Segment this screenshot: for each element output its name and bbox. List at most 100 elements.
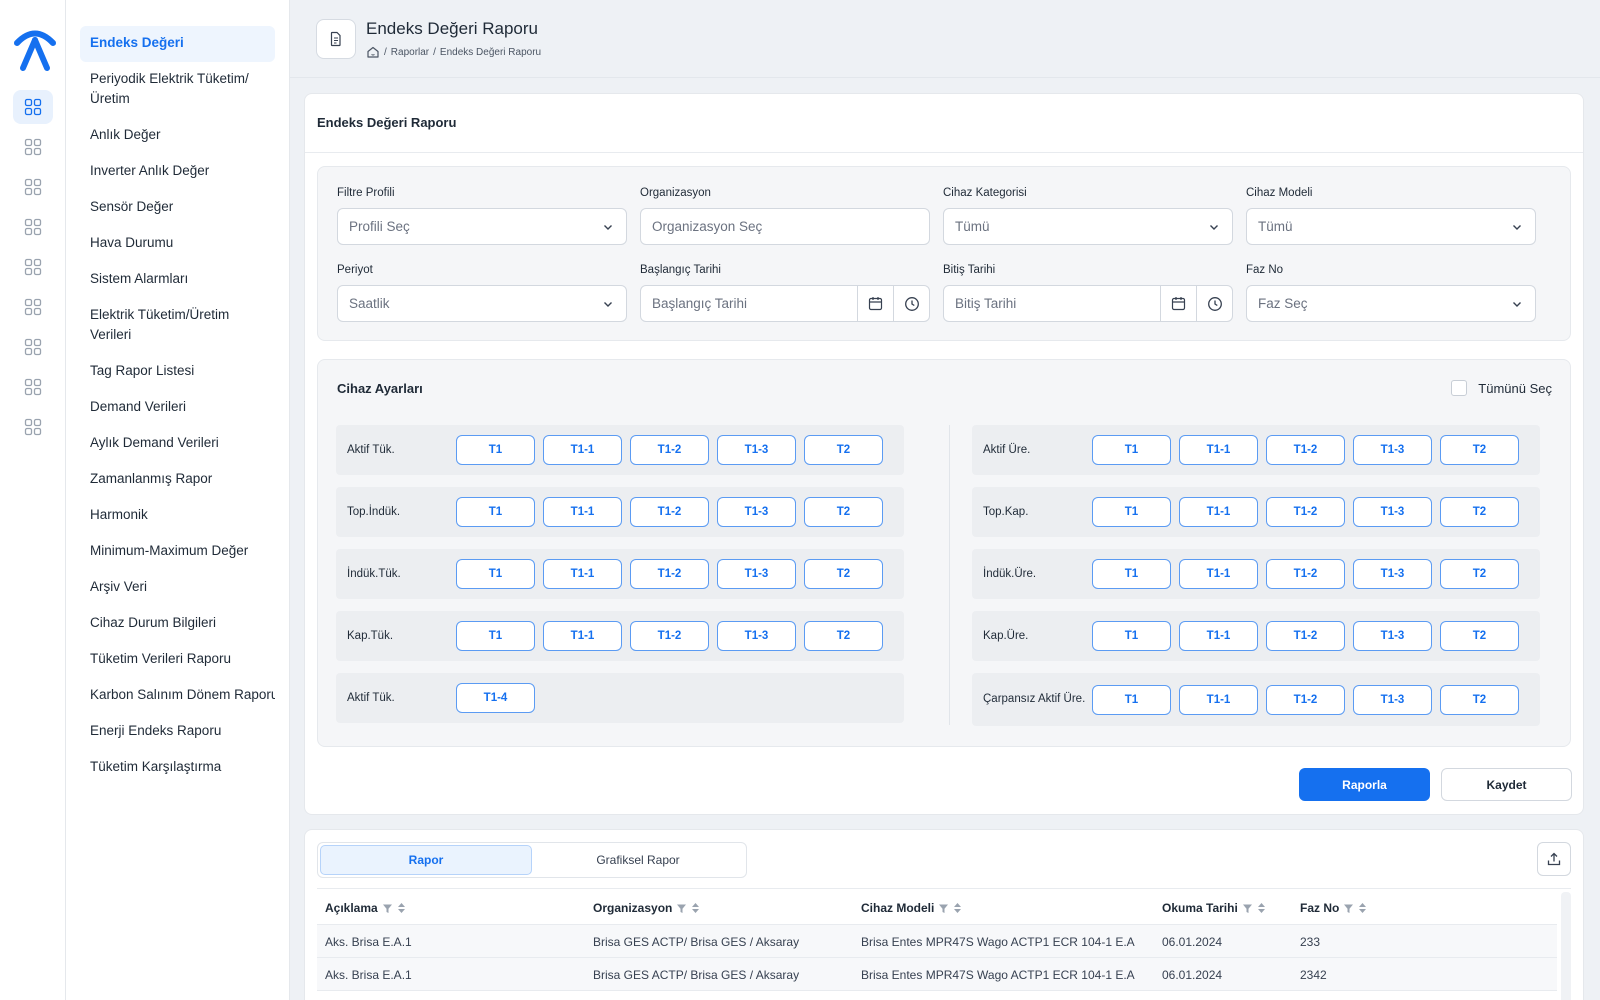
filter-profile-select[interactable]: Profili Seç <box>337 208 627 245</box>
tariff-button[interactable]: T1-3 <box>717 621 796 651</box>
tariff-button[interactable]: T1-3 <box>1353 435 1432 465</box>
tab-rapor[interactable]: Rapor <box>320 845 532 875</box>
tariff-button[interactable]: T1 <box>1092 559 1171 589</box>
period-select[interactable]: Saatlik <box>337 285 627 322</box>
tariff-button[interactable]: T1-2 <box>1266 435 1345 465</box>
filter-icon[interactable] <box>382 903 393 914</box>
home-icon[interactable] <box>366 45 380 59</box>
tariff-button[interactable]: T1 <box>456 559 535 589</box>
tariff-button[interactable]: T1-1 <box>1179 497 1258 527</box>
nav-item[interactable]: Tüketim Verileri Raporu <box>80 642 275 678</box>
nav-item[interactable]: Tüketim Karşılaştırma <box>80 750 275 786</box>
grid-icon[interactable] <box>13 130 53 164</box>
nav-item[interactable]: Enerji Endeks Raporu <box>80 714 275 750</box>
grid-icon[interactable] <box>13 170 53 204</box>
sort-icon[interactable] <box>691 902 700 914</box>
nav-item[interactable]: Cihaz Durum Bilgileri <box>80 606 275 642</box>
nav-item[interactable]: Karbon Salınım Dönem Raporu <box>80 678 275 714</box>
select-all-checkbox[interactable] <box>1451 380 1468 396</box>
tariff-button[interactable]: T1-2 <box>1266 685 1345 715</box>
tariff-button[interactable]: T1-1 <box>1179 435 1258 465</box>
table-scrollbar[interactable] <box>1561 892 1571 1000</box>
nav-item[interactable]: Elektrik Tüketim/Üretim Verileri <box>80 298 275 354</box>
nav-item[interactable]: Minimum-Maximum Değer <box>80 534 275 570</box>
sort-icon[interactable] <box>953 902 962 914</box>
nav-item[interactable]: Endeks Değeri <box>80 26 275 62</box>
grid-icon[interactable] <box>13 90 53 124</box>
export-icon[interactable] <box>1537 842 1571 876</box>
tariff-button[interactable]: T1-2 <box>630 435 709 465</box>
tariff-button[interactable]: T2 <box>1440 435 1519 465</box>
tariff-button[interactable]: T1-3 <box>1353 685 1432 715</box>
organization-input[interactable]: Organizasyon Seç <box>640 208 930 245</box>
device-category-select[interactable]: Tümü <box>943 208 1233 245</box>
end-date-input[interactable]: Bitiş Tarihi <box>943 285 1233 322</box>
tariff-button[interactable]: T1-3 <box>1353 621 1432 651</box>
calendar-icon[interactable] <box>1160 286 1196 321</box>
tariff-button[interactable]: T1 <box>1092 435 1171 465</box>
breadcrumb-raporlar[interactable]: Raporlar <box>391 47 429 58</box>
column-header[interactable]: Faz No <box>1300 892 1367 924</box>
column-header[interactable]: Okuma Tarihi <box>1162 892 1266 924</box>
sort-icon[interactable] <box>1257 902 1266 914</box>
tariff-button[interactable]: T1 <box>1092 621 1171 651</box>
select-all[interactable]: Tümünü Seç <box>1451 380 1552 396</box>
clock-icon[interactable] <box>1196 286 1232 321</box>
tariff-button[interactable]: T1-1 <box>1179 559 1258 589</box>
nav-item[interactable]: Hava Durumu <box>80 226 275 262</box>
grid-icon[interactable] <box>13 290 53 324</box>
tariff-button[interactable]: T1-3 <box>717 435 796 465</box>
tariff-button[interactable]: T1-1 <box>543 559 622 589</box>
sort-icon[interactable] <box>397 902 406 914</box>
tariff-button[interactable]: T1 <box>1092 685 1171 715</box>
tariff-button[interactable]: T1 <box>456 435 535 465</box>
sort-icon[interactable] <box>1358 902 1367 914</box>
filter-icon[interactable] <box>938 903 949 914</box>
tariff-button[interactable]: T1-3 <box>1353 559 1432 589</box>
nav-item[interactable]: Aylık Demand Verileri <box>80 426 275 462</box>
table-row[interactable]: Aks. Brisa E.A.1 Brisa GES ACTP/ Brisa GE… <box>317 958 1557 991</box>
tariff-button[interactable]: T1-3 <box>717 559 796 589</box>
nav-item[interactable]: Anlık Değer <box>80 118 275 154</box>
column-header[interactable]: Açıklama <box>325 892 406 924</box>
nav-item[interactable]: Tag Rapor Listesi <box>80 354 275 390</box>
phase-select[interactable]: Faz Seç <box>1246 285 1536 322</box>
tariff-button[interactable]: T1-1 <box>543 435 622 465</box>
nav-item[interactable]: Harmonik <box>80 498 275 534</box>
column-header[interactable]: Organizasyon <box>593 892 700 924</box>
column-header[interactable]: Cihaz Modeli <box>861 892 962 924</box>
tariff-button[interactable]: T2 <box>1440 559 1519 589</box>
tariff-button[interactable]: T2 <box>804 559 883 589</box>
tariff-button[interactable]: T1-1 <box>1179 621 1258 651</box>
tab-grafiksel-rapor[interactable]: Grafiksel Rapor <box>532 845 744 875</box>
tariff-button[interactable]: T1 <box>1092 497 1171 527</box>
nav-item[interactable]: Sensör Değer <box>80 190 275 226</box>
report-button[interactable]: Raporla <box>1299 768 1430 801</box>
grid-icon[interactable] <box>13 250 53 284</box>
filter-icon[interactable] <box>1242 903 1253 914</box>
tariff-button[interactable]: T2 <box>804 435 883 465</box>
app-logo[interactable] <box>14 26 56 72</box>
tariff-button[interactable]: T2 <box>804 621 883 651</box>
start-date-input[interactable]: Başlangıç Tarihi <box>640 285 930 322</box>
tariff-button[interactable]: T1-2 <box>630 559 709 589</box>
tariff-button[interactable]: T2 <box>1440 685 1519 715</box>
tariff-button[interactable]: T1-2 <box>630 621 709 651</box>
filter-icon[interactable] <box>676 903 687 914</box>
grid-icon[interactable] <box>13 410 53 444</box>
tariff-button[interactable]: T1-2 <box>630 497 709 527</box>
tariff-button[interactable]: T2 <box>1440 497 1519 527</box>
tariff-button[interactable]: T1-3 <box>1353 497 1432 527</box>
tariff-button[interactable]: T1 <box>456 497 535 527</box>
tariff-button[interactable]: T1-1 <box>543 497 622 527</box>
clock-icon[interactable] <box>893 286 929 321</box>
tariff-button[interactable]: T1-2 <box>1266 559 1345 589</box>
grid-icon[interactable] <box>13 210 53 244</box>
nav-item[interactable]: Demand Verileri <box>80 390 275 426</box>
tariff-button[interactable]: T1-4 <box>456 683 535 713</box>
nav-item[interactable]: Inverter Anlık Değer <box>80 154 275 190</box>
tariff-button[interactable]: T2 <box>804 497 883 527</box>
tariff-button[interactable]: T1-2 <box>1266 497 1345 527</box>
grid-icon[interactable] <box>13 330 53 364</box>
grid-icon[interactable] <box>13 370 53 404</box>
